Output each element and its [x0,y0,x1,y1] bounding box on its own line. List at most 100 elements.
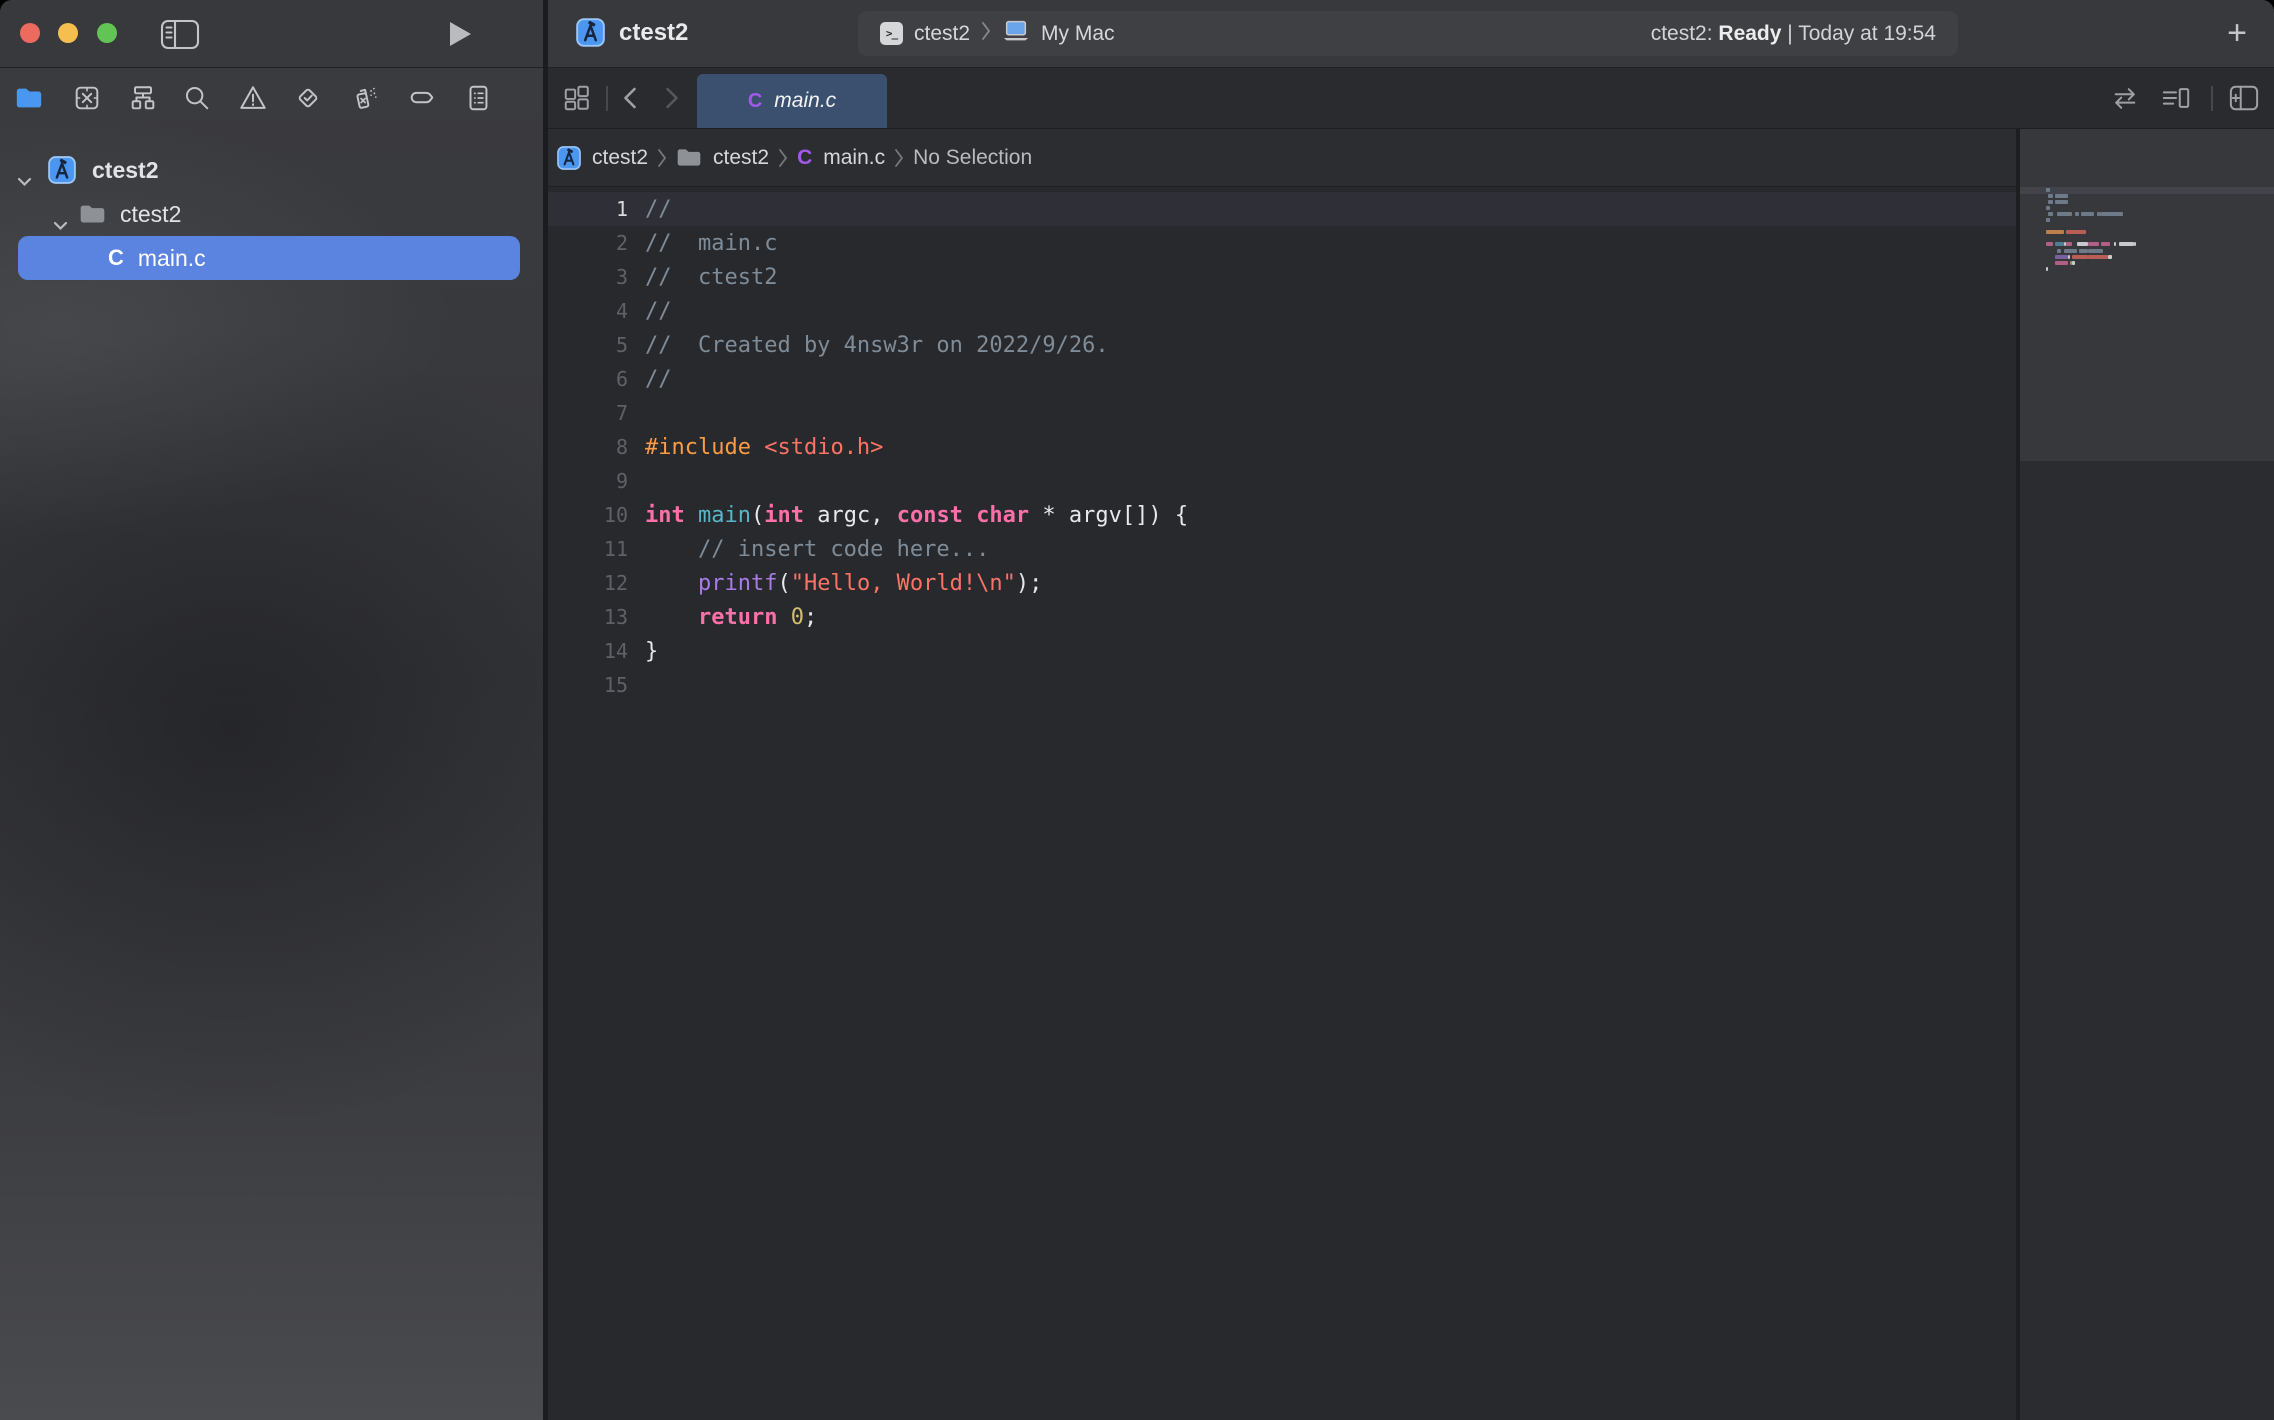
scheme-name[interactable]: ctest2 [914,22,970,46]
code-text: // [645,197,672,222]
minimap-line [2046,188,2050,192]
close-button[interactable] [20,23,40,43]
zoom-button[interactable] [97,23,117,43]
minimap-line [2108,255,2112,259]
minimap-viewport[interactable] [2020,129,2274,461]
line-number[interactable]: 8 [548,435,628,459]
code-line[interactable]: 9 [548,464,2016,498]
selection-highlight [18,236,520,280]
status-state: Ready [1718,22,1781,45]
line-number[interactable]: 4 [548,299,628,323]
project-navigator-icon[interactable] [14,83,44,113]
minimap-line [2046,230,2064,234]
line-number[interactable]: 6 [548,367,628,391]
source-editor[interactable]: 1 // 2// main.c 3 // ctest2 4//5// Created by… [548,188,2016,1420]
symbols-icon[interactable] [128,83,158,113]
code-text: } [645,639,658,664]
code-line[interactable]: 12 printf("Hello, World!\n"); [548,566,2016,600]
line-number[interactable]: 7 [548,401,628,425]
add-editor-icon[interactable] [2228,83,2260,113]
jumpbar-label[interactable]: main.c [823,146,885,170]
run-destination[interactable]: My Mac [1041,22,1115,46]
line-number[interactable]: 2 [548,231,628,255]
minimap-line [2048,194,2052,198]
c-file-icon: C [108,245,124,271]
code-line[interactable]: 1 // [548,192,2016,226]
code-text: // ctest2 [645,265,777,290]
minimap-line [2081,212,2094,216]
minimap-line [2046,267,2048,271]
c-file-icon: C [748,90,762,113]
code-review-icon[interactable] [2110,84,2140,112]
line-number[interactable]: 15 [548,673,628,697]
reports-icon[interactable] [463,83,493,113]
jumpbar-label[interactable]: ctest2 [592,146,648,170]
debug-icon[interactable] [350,83,380,113]
code-line[interactable]: 4// [548,294,2016,328]
minimap-line [2048,200,2052,204]
line-number[interactable]: 11 [548,537,628,561]
code-line[interactable]: 5// Created by 4nsw3r on 2022/9/26. [548,328,2016,362]
code-line[interactable]: 7 [548,396,2016,430]
source-control-icon[interactable] [72,83,102,113]
tests-icon[interactable] [293,83,323,113]
code-text: return 0; [645,605,817,630]
line-number[interactable]: 10 [548,503,628,527]
toolbar-divider [606,86,608,111]
jumpbar-label[interactable]: ctest2 [713,146,769,170]
line-number[interactable]: 9 [548,469,628,493]
scheme-selector[interactable]: >_ ctest2 My Mac [880,20,1115,47]
code-line[interactable]: 8#include <stdio.h> [548,430,2016,464]
breakpoints-icon[interactable] [407,83,437,113]
tree-row-file-selected[interactable]: C main.c [0,236,543,280]
terminal-icon: >_ [880,22,903,45]
jumpbar-no-selection[interactable]: No Selection [913,146,1032,170]
tree-row-group[interactable]: ctest2 [0,192,543,236]
code-line[interactable]: 3 // ctest2 [548,260,2016,294]
folder-icon [676,147,702,168]
tree-label[interactable]: ctest2 [92,157,158,184]
sidebar-divider[interactable] [543,0,548,1420]
back-icon[interactable] [618,85,644,111]
line-number[interactable]: 14 [548,639,628,663]
tree-row-project[interactable]: ctest2 [0,148,543,192]
tree-label[interactable]: main.c [138,245,206,272]
navigator-toolbar [0,68,543,128]
chevron-right-icon [981,21,991,47]
jumpbar-group[interactable]: ctest2 [676,146,769,170]
minimap-line [2046,206,2050,210]
minimap-line [2101,212,2123,216]
forward-icon[interactable] [658,85,684,111]
jumpbar-file[interactable]: C main.c [797,146,885,170]
code-line[interactable]: 15 [548,668,2016,702]
line-number[interactable]: 1 [548,197,628,221]
line-number[interactable]: 5 [548,333,628,357]
code-line[interactable]: 11 // insert code here... [548,532,2016,566]
tree-label[interactable]: ctest2 [120,201,181,228]
toolbar-divider [2211,86,2213,111]
editor-grid-icon[interactable] [562,83,592,113]
jumpbar-project[interactable]: ctest2 [557,146,648,170]
line-number[interactable]: 13 [548,605,628,629]
code-line[interactable]: 10int main(int argc, const char * argv[]… [548,498,2016,532]
line-number[interactable]: 12 [548,571,628,595]
search-icon[interactable] [182,83,212,113]
code-text: // insert code here... [645,537,989,562]
add-icon[interactable]: + [2218,14,2256,52]
code-line[interactable]: 13 return 0; [548,600,2016,634]
chevron-down-icon[interactable] [17,166,32,193]
code-line[interactable]: 2// main.c [548,226,2016,260]
activity-status[interactable]: ctest2: Ready | Today at 19:54 [1651,22,1936,46]
run-icon[interactable] [445,19,475,49]
chevron-down-icon[interactable] [53,210,68,237]
toggle-sidebar-icon[interactable] [159,18,201,50]
minimap[interactable] [2016,129,2274,1420]
code-line[interactable]: 14} [548,634,2016,668]
project-app-icon [576,18,605,47]
editor-options-icon[interactable] [2160,83,2192,113]
line-number[interactable]: 3 [548,265,628,289]
issues-icon[interactable] [238,83,268,113]
code-line[interactable]: 6// [548,362,2016,396]
minimize-button[interactable] [58,23,78,43]
tab-main-c[interactable]: C main.c [697,74,887,128]
